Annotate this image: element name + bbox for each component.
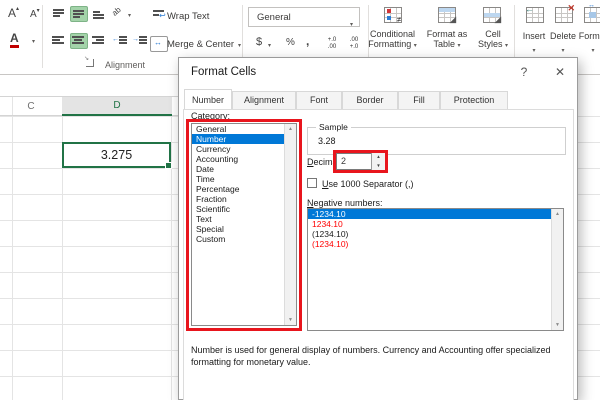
orientation-caret-icon[interactable]: ▾ — [128, 12, 131, 19]
merge-center-icon[interactable]: ↔ — [150, 36, 168, 52]
decimal-annotation-redbox: 2 ▲ ▼ — [333, 150, 388, 173]
category-item[interactable]: Time — [192, 174, 296, 184]
comma-style-icon[interactable]: , — [306, 34, 309, 48]
negative-numbers-label: Negative numbers: — [307, 198, 383, 208]
format-cells-dialog: Format Cells ? ✕ Number Alignment Font B… — [178, 57, 578, 400]
decrease-indent-icon[interactable]: ← — [112, 33, 130, 49]
delete-cells-icon: ✕ — [555, 3, 575, 23]
category-scrollbar[interactable]: ▲ ▼ — [284, 124, 296, 325]
sample-label: Sample — [316, 122, 351, 132]
column-gridline — [171, 96, 172, 400]
tab-alignment[interactable]: Alignment — [232, 91, 296, 110]
currency-format-icon[interactable]: $ — [256, 36, 262, 48]
tab-protection[interactable]: Protection — [440, 91, 508, 110]
align-bottom-button[interactable] — [90, 6, 108, 22]
category-item[interactable]: Accounting — [192, 154, 296, 164]
align-top-button[interactable] — [50, 6, 68, 22]
grow-font-icon[interactable]: A — [8, 6, 19, 20]
category-item[interactable]: Scientific — [192, 204, 296, 214]
merge-center-caret-icon[interactable]: ▾ — [238, 42, 241, 49]
format-button[interactable]: Format ▾ — [573, 31, 600, 54]
negative-item-selected[interactable]: -1234.10 — [308, 209, 563, 219]
scroll-down-icon[interactable]: ▼ — [285, 317, 296, 323]
number-format-description: Number is used for general display of nu… — [191, 345, 551, 367]
spin-up-icon[interactable]: ▲ — [372, 153, 385, 162]
category-item[interactable]: Special — [192, 224, 296, 234]
font-color-caret-icon[interactable]: ▾ — [32, 38, 35, 45]
column-headers: C D — [0, 96, 178, 116]
category-item-selected[interactable]: Number — [192, 134, 296, 144]
category-item[interactable]: Percentage — [192, 184, 296, 194]
align-middle-button[interactable] — [70, 6, 88, 22]
scroll-up-icon[interactable]: ▲ — [552, 211, 563, 217]
number-format-dropdown[interactable]: General ▾ — [248, 7, 360, 28]
spin-down-icon[interactable]: ▼ — [372, 162, 385, 171]
category-item[interactable]: Fraction — [192, 194, 296, 204]
negative-item[interactable]: (1234.10) — [308, 239, 563, 249]
conditional-formatting-icon: ≠ — [384, 7, 402, 24]
negative-scrollbar[interactable]: ▲ ▼ — [551, 209, 563, 330]
category-item[interactable]: Currency — [192, 144, 296, 154]
category-item[interactable]: Text — [192, 214, 296, 224]
align-left-button[interactable] — [50, 33, 68, 49]
row-gridlines — [578, 116, 600, 400]
dialog-tabs: Number Alignment Font Border Fill Protec… — [184, 89, 508, 110]
negative-item[interactable]: 1234.10 — [308, 219, 563, 229]
active-cell-value: 3.275 — [100, 148, 133, 162]
column-header-c[interactable]: C — [0, 97, 62, 116]
use-1000-separator-checkbox[interactable] — [307, 178, 317, 188]
group-separator — [42, 5, 43, 68]
merge-center-button[interactable]: Merge & Center — [167, 39, 234, 50]
format-as-table-button[interactable]: Format as Table ▾ — [417, 29, 477, 49]
wrap-text-button[interactable]: Wrap Text — [167, 11, 209, 22]
format-as-table-icon: ◢ — [438, 7, 456, 24]
close-icon[interactable]: ✕ — [549, 63, 571, 81]
alignment-group-label: Alignment — [105, 60, 146, 70]
align-right-button[interactable] — [90, 33, 108, 49]
orientation-icon[interactable]: ab — [110, 5, 123, 18]
decimal-places-input[interactable]: 2 — [336, 153, 372, 170]
negative-item[interactable]: (1234.10) — [308, 229, 563, 239]
increase-decimal-icon[interactable]: +.0.00 — [322, 37, 342, 50]
scroll-up-icon[interactable]: ▲ — [285, 126, 296, 132]
increase-indent-icon[interactable]: → — [132, 33, 150, 49]
negative-numbers-listbox[interactable]: -1234.10 1234.10 (1234.10) (1234.10) ▲ ▼ — [307, 208, 564, 331]
column-header-d[interactable]: D — [62, 97, 172, 116]
category-item[interactable]: Custom — [192, 234, 296, 244]
cell-styles-icon: ◢ — [483, 7, 501, 24]
fill-handle[interactable] — [165, 162, 172, 169]
help-button[interactable]: ? — [513, 63, 535, 81]
scroll-down-icon[interactable]: ▼ — [552, 322, 563, 328]
sample-value: 3.28 — [318, 136, 336, 146]
use-1000-separator-label: Use 1000 Separator (,) — [322, 179, 414, 189]
currency-caret-icon[interactable]: ▾ — [268, 42, 271, 49]
worksheet-grid[interactable]: C D 3.275 unı▲ca — [0, 75, 178, 400]
category-item[interactable]: Date — [192, 164, 296, 174]
number-format-value: General — [257, 12, 291, 23]
cell-styles-button[interactable]: Cell Styles ▾ — [470, 29, 516, 49]
tab-font[interactable]: Font — [296, 91, 342, 110]
insert-cells-icon: ← — [525, 4, 544, 23]
dialog-title: Format Cells — [191, 66, 257, 78]
font-color-icon[interactable]: A — [10, 32, 19, 48]
excel-window: A A A ▾ ↘ ab ▾ ← → ↩ Wr — [0, 0, 600, 400]
number-format-caret-icon: ▾ — [349, 22, 353, 28]
wrap-text-icon[interactable]: ↩ — [150, 7, 168, 23]
tab-fill[interactable]: Fill — [398, 91, 440, 110]
align-center-button[interactable] — [70, 33, 88, 49]
tab-border[interactable]: Border — [342, 91, 398, 110]
active-cell-d[interactable]: 3.275 — [62, 142, 172, 169]
format-cells-icon: ↔ — [584, 2, 600, 23]
tab-number[interactable]: Number — [184, 89, 232, 110]
decimal-places-spinner[interactable]: ▲ ▼ — [371, 153, 385, 170]
dialog-launcher-icon[interactable]: ↘ — [84, 56, 94, 67]
category-listbox[interactable]: General Number Currency Accounting Date … — [191, 123, 297, 326]
column-gridline — [12, 96, 13, 400]
shrink-font-icon[interactable]: A — [30, 9, 40, 20]
percent-style-icon[interactable]: % — [286, 37, 295, 48]
category-item[interactable]: General — [192, 124, 296, 134]
worksheet-grid-right — [578, 75, 600, 400]
